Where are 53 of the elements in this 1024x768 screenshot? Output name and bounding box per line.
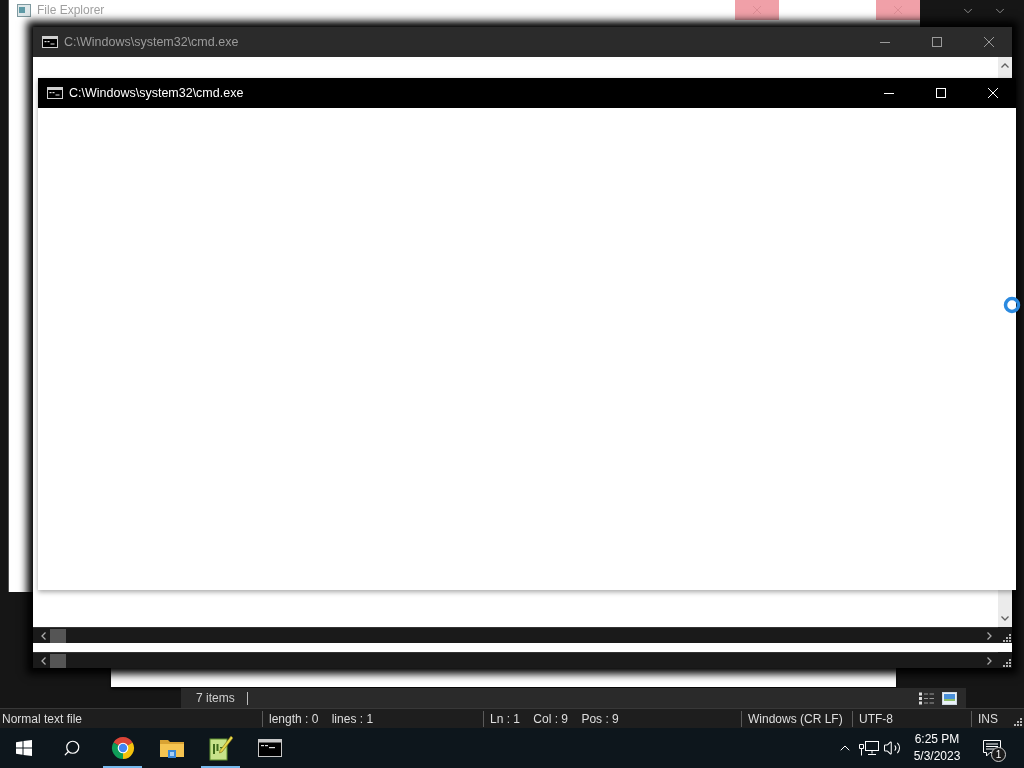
chevron-right-icon[interactable] <box>987 631 992 640</box>
notification-badge: 1 <box>991 747 1006 762</box>
window-title: C:\Windows\system32\cmd.exe <box>69 86 245 100</box>
thumbnail-view-icon[interactable] <box>942 691 957 705</box>
close-icon <box>753 6 761 14</box>
vertical-scrollbar[interactable] <box>998 57 1012 78</box>
close-icon <box>984 37 994 47</box>
app-icon <box>17 3 31 17</box>
status-text: length : 0 lines : 1 <box>262 710 483 727</box>
clock-date[interactable]: 5/3/2023 <box>913 749 961 764</box>
folder-icon <box>159 738 184 758</box>
vertical-scrollbar[interactable] <box>998 590 1012 627</box>
chevron-left-icon[interactable] <box>41 656 46 665</box>
status-text: Ln : 1 Col : 9 Pos : 9 <box>483 710 741 727</box>
scrollbar-thumb[interactable] <box>50 653 66 668</box>
item-count: 7 items <box>196 691 235 705</box>
resize-grip-icon[interactable] <box>1003 634 1011 642</box>
resize-grip-icon[interactable] <box>1003 659 1011 667</box>
notification-icon <box>983 739 1001 757</box>
network-icon <box>859 740 879 756</box>
chevron-right-icon[interactable] <box>987 656 992 665</box>
minimize-icon <box>884 92 894 94</box>
notepad-icon <box>208 735 233 761</box>
maximize-icon <box>932 37 942 47</box>
console-icon <box>47 87 63 99</box>
chevron-left-icon[interactable] <box>41 631 46 640</box>
status-text: Normal text file <box>1 710 84 727</box>
windows-logo-icon <box>16 740 32 756</box>
clock-time[interactable]: 6:25 PM <box>914 732 960 747</box>
resize-grip-icon[interactable] <box>1014 718 1022 726</box>
scrollbar-thumb[interactable] <box>50 628 66 643</box>
chevron-down-icon[interactable] <box>1001 616 1009 621</box>
maximize-icon <box>936 88 946 98</box>
window-title: C:\Windows\system32\cmd.exe <box>64 35 240 49</box>
console-icon <box>42 36 58 48</box>
close-icon <box>988 88 998 98</box>
size-box[interactable] <box>998 652 1012 668</box>
close-icon <box>894 6 902 14</box>
chevron-up-icon[interactable] <box>1001 63 1009 68</box>
search-icon <box>63 739 81 757</box>
status-text: INS <box>971 710 1005 727</box>
horizontal-scrollbar[interactable] <box>33 627 998 643</box>
size-box[interactable] <box>998 627 1012 643</box>
status-text: Windows (CR LF) <box>741 710 852 727</box>
horizontal-scrollbar[interactable] <box>33 652 998 668</box>
volume-icon <box>883 739 901 757</box>
console-icon <box>257 739 282 757</box>
status-text: UTF-8 <box>852 710 971 727</box>
window-title: File Explorer <box>37 3 105 17</box>
loading-ring-icon <box>1003 296 1021 314</box>
details-view-icon[interactable] <box>919 691 934 705</box>
minimize-icon <box>880 41 890 43</box>
browser-icon <box>110 736 135 760</box>
